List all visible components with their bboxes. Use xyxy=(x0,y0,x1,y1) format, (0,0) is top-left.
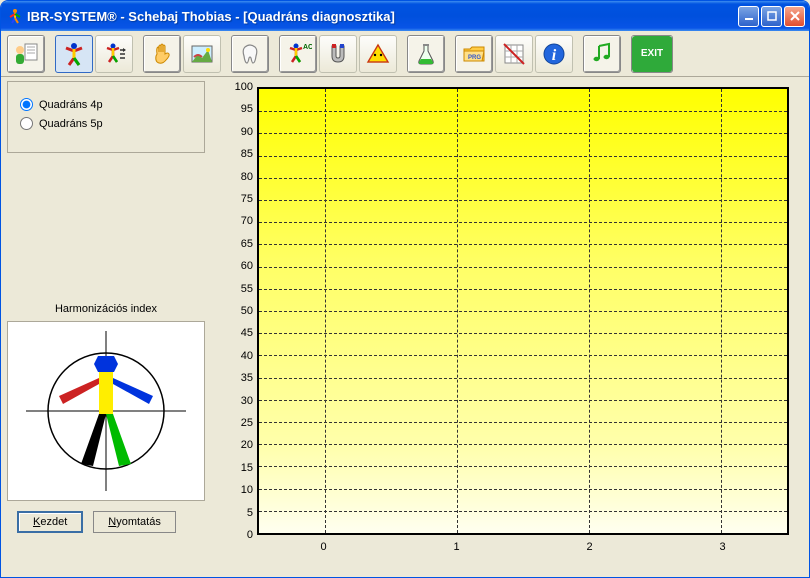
magnet-icon[interactable] xyxy=(319,35,357,73)
svg-text:PRG: PRG xyxy=(468,55,481,61)
app-window: IBR-SYSTEM® - Schebaj Thobias - [Quadrán… xyxy=(0,0,810,578)
y-tick-label: 25 xyxy=(209,417,253,429)
y-tick-label: 70 xyxy=(209,215,253,227)
y-tick-label: 55 xyxy=(209,283,253,295)
bottom-buttons: Kezdet Nyomtatás xyxy=(7,509,205,535)
body-crosshair-icon xyxy=(21,326,191,496)
y-tick-label: 0 xyxy=(209,529,253,541)
chart-plot xyxy=(257,87,789,535)
radio-label-4p: Quadráns 4p xyxy=(39,99,103,111)
y-tick-label: 65 xyxy=(209,238,253,250)
window-title: IBR-SYSTEM® - Schebaj Thobias - [Quadrán… xyxy=(27,9,738,24)
y-tick-label: 80 xyxy=(209,171,253,183)
print-button[interactable]: Nyomtatás xyxy=(93,511,176,533)
app-icon xyxy=(7,8,23,24)
window-controls xyxy=(738,6,805,27)
radio-quadrans-5p[interactable]: Quadráns 5p xyxy=(18,117,194,130)
person-doc-icon[interactable] xyxy=(7,35,45,73)
person-body-icon[interactable] xyxy=(55,35,93,73)
y-tick-label: 40 xyxy=(209,350,253,362)
toolbar: AC xyxy=(1,31,809,77)
x-tick-label: 1 xyxy=(453,541,459,553)
radio-input-5p[interactable] xyxy=(20,117,33,130)
flask-icon[interactable] xyxy=(407,35,445,73)
radio-panel: Quadráns 4p Quadráns 5p xyxy=(7,81,205,153)
tooth-icon[interactable] xyxy=(231,35,269,73)
folder-prg-icon[interactable]: PRG xyxy=(455,35,493,73)
start-button[interactable]: Kezdet xyxy=(17,511,83,533)
y-tick-label: 60 xyxy=(209,260,253,272)
maximize-button[interactable] xyxy=(761,6,782,27)
exit-button[interactable]: EXIT xyxy=(631,35,673,73)
y-tick-label: 35 xyxy=(209,372,253,384)
y-tick-label: 10 xyxy=(209,484,253,496)
y-tick-label: 95 xyxy=(209,103,253,115)
y-tick-label: 85 xyxy=(209,148,253,160)
y-tick-label: 100 xyxy=(209,81,253,93)
music-note-icon[interactable] xyxy=(583,35,621,73)
content-area: Quadráns 4p Quadráns 5p Harmonizációs in… xyxy=(1,77,809,577)
svg-text:i: i xyxy=(552,47,557,64)
x-tick-label: 2 xyxy=(586,541,592,553)
person-arrows-icon[interactable] xyxy=(95,35,133,73)
x-tick-label: 3 xyxy=(719,541,725,553)
sidebar: Quadráns 4p Quadráns 5p Harmonizációs in… xyxy=(7,81,205,571)
info-icon[interactable]: i xyxy=(535,35,573,73)
person-ac-icon[interactable]: AC xyxy=(279,35,317,73)
y-tick-label: 50 xyxy=(209,305,253,317)
y-tick-label: 15 xyxy=(209,462,253,474)
figure-panel xyxy=(7,321,205,501)
radio-label-5p: Quadráns 5p xyxy=(39,118,103,130)
triangle-warning-icon[interactable] xyxy=(359,35,397,73)
minimize-button[interactable] xyxy=(738,6,759,27)
grid-cross-icon[interactable] xyxy=(495,35,533,73)
close-button[interactable] xyxy=(784,6,805,27)
y-tick-label: 45 xyxy=(209,327,253,339)
y-tick-label: 75 xyxy=(209,193,253,205)
titlebar: IBR-SYSTEM® - Schebaj Thobias - [Quadrán… xyxy=(1,1,809,31)
chart-area: 0510152025303540455055606570758085909510… xyxy=(209,81,803,571)
y-tick-label: 90 xyxy=(209,126,253,138)
x-tick-label: 0 xyxy=(320,541,326,553)
svg-text:AC: AC xyxy=(303,44,312,51)
harmonization-label: Harmonizációs index xyxy=(7,303,205,315)
y-tick-label: 5 xyxy=(209,507,253,519)
y-tick-label: 30 xyxy=(209,395,253,407)
landscape-icon[interactable] xyxy=(183,35,221,73)
radio-quadrans-4p[interactable]: Quadráns 4p xyxy=(18,98,194,111)
hand-icon[interactable] xyxy=(143,35,181,73)
radio-input-4p[interactable] xyxy=(20,98,33,111)
y-tick-label: 20 xyxy=(209,439,253,451)
